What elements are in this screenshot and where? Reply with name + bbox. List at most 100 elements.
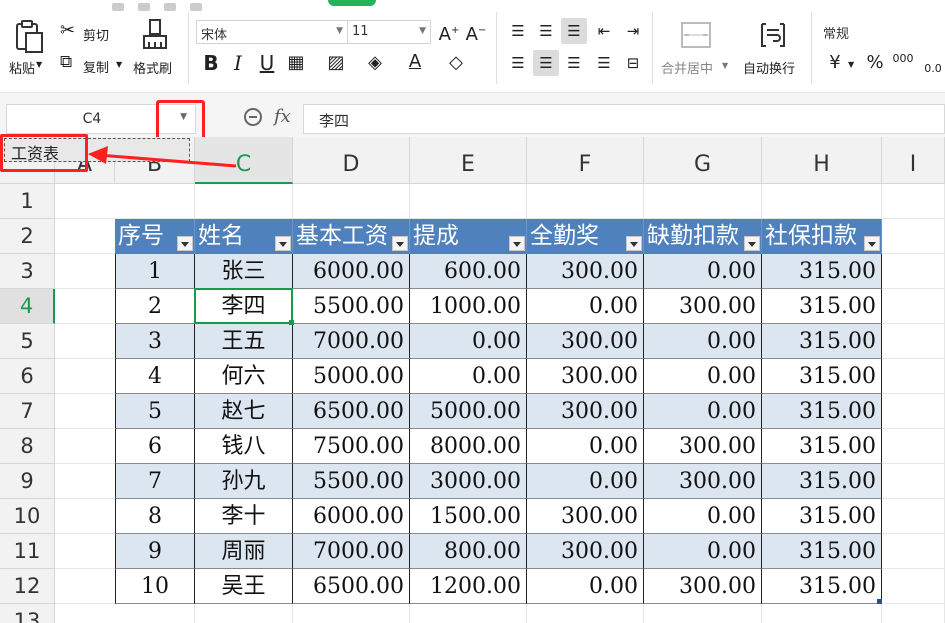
percent-button[interactable]: % [862, 50, 888, 76]
align-right-icon[interactable]: ☰ [561, 50, 587, 76]
table-cell[interactable]: 0.00 [527, 429, 644, 464]
align-center-icon[interactable]: ☰ [533, 50, 559, 76]
filter-dropdown-icon[interactable] [392, 236, 408, 251]
table-cell[interactable]: 315.00 [762, 499, 882, 534]
underline-button[interactable]: U [254, 50, 280, 76]
table-cell[interactable]: 300.00 [644, 464, 762, 499]
row-header-13[interactable]: 13 [0, 604, 55, 623]
table-cell[interactable]: 钱八 [195, 429, 293, 464]
font-name-select[interactable]: 宋体 ▼ [196, 20, 348, 44]
filter-dropdown-icon[interactable] [626, 236, 642, 251]
currency-button[interactable]: ¥ [822, 50, 848, 76]
table-cell[interactable]: 5000.00 [293, 359, 410, 394]
cut-button[interactable]: 剪切 [83, 25, 109, 44]
column-header-i[interactable]: I [882, 137, 945, 184]
table-cell[interactable]: 7000.00 [293, 324, 410, 359]
table-cell[interactable]: 315.00 [762, 254, 882, 289]
table-header-cell[interactable]: 全勤奖 [527, 219, 644, 254]
thousands-separator-button[interactable]: 000 [890, 46, 916, 72]
italic-button[interactable]: I [225, 50, 251, 76]
table-cell[interactable]: 6500.00 [293, 569, 410, 604]
table-cell[interactable]: 800.00 [410, 534, 527, 569]
column-header-g[interactable]: G [644, 137, 762, 184]
justify-icon[interactable]: ☰ [591, 50, 617, 76]
table-cell[interactable]: 5500.00 [293, 289, 410, 324]
table-cell[interactable]: 5000.00 [410, 394, 527, 429]
row-header-11[interactable]: 11 [0, 534, 55, 569]
align-bottom-icon[interactable]: ☰ [561, 18, 587, 44]
table-cell[interactable]: 7 [115, 464, 195, 499]
zoom-icon[interactable] [244, 108, 262, 126]
scissors-icon[interactable]: ✂ [60, 20, 75, 41]
decrease-indent-icon[interactable]: ⇤ [591, 18, 617, 44]
table-cell[interactable]: 0.00 [644, 499, 762, 534]
table-cell[interactable]: 0.00 [644, 324, 762, 359]
table-cell[interactable]: 0.00 [644, 359, 762, 394]
column-header-h[interactable]: H [762, 137, 882, 184]
table-cell[interactable]: 300.00 [527, 254, 644, 289]
table-cell[interactable]: 0.00 [527, 569, 644, 604]
table-cell[interactable]: 3 [115, 324, 195, 359]
table-cell[interactable]: 300.00 [527, 324, 644, 359]
table-cell[interactable]: 6000.00 [293, 499, 410, 534]
row-header-3[interactable]: 3 [0, 254, 55, 289]
paste-button[interactable] [12, 20, 46, 54]
distributed-icon[interactable]: ⊟ [620, 50, 646, 76]
table-cell[interactable]: 1200.00 [410, 569, 527, 604]
filter-dropdown-icon[interactable] [744, 236, 760, 251]
table-cell[interactable]: 7000.00 [293, 534, 410, 569]
table-cell[interactable]: 吴王 [195, 569, 293, 604]
table-header-cell[interactable]: 缺勤扣款 [644, 219, 762, 254]
increase-indent-icon[interactable]: ⇥ [620, 18, 646, 44]
cell-reference[interactable]: C4 [7, 111, 177, 127]
copy-button[interactable]: 复制 [83, 57, 109, 76]
filter-dropdown-icon[interactable] [509, 236, 525, 251]
fill-color-icon[interactable]: ◈ [362, 50, 388, 76]
table-header-cell[interactable]: 序号 [115, 219, 195, 254]
table-cell[interactable]: 300.00 [527, 534, 644, 569]
table-cell[interactable]: 5500.00 [293, 464, 410, 499]
row-header-6[interactable]: 6 [0, 359, 55, 394]
align-top-icon[interactable]: ☰ [505, 18, 531, 44]
format-painter-button[interactable]: 格式刷 [133, 58, 172, 77]
font-color-button[interactable]: A [402, 49, 428, 75]
table-cell[interactable]: 315.00 [762, 289, 882, 324]
paste-dropdown-icon[interactable]: ▼ [36, 60, 42, 69]
fx-label[interactable]: fx [274, 106, 291, 127]
table-cell[interactable]: 2 [115, 289, 195, 324]
table-cell[interactable]: 7500.00 [293, 429, 410, 464]
table-cell[interactable]: 315.00 [762, 534, 882, 569]
row-header-1[interactable]: 1 [0, 184, 55, 219]
decrease-font-size-button[interactable]: A− [463, 18, 489, 45]
table-cell[interactable]: 1500.00 [410, 499, 527, 534]
table-cell[interactable]: 300.00 [527, 359, 644, 394]
table-cell[interactable]: 315.00 [762, 394, 882, 429]
table-cell[interactable]: 315.00 [762, 569, 882, 604]
decimal-button[interactable]: 0.0 [920, 56, 945, 82]
table-cell[interactable]: 张三 [195, 254, 293, 289]
merge-center-button[interactable]: 合并居中 [661, 58, 713, 77]
paste-label[interactable]: 粘贴 [9, 58, 35, 77]
filter-dropdown-icon[interactable] [275, 236, 291, 251]
table-cell[interactable]: 10 [115, 569, 195, 604]
table-cell[interactable]: 6500.00 [293, 394, 410, 429]
row-header-2[interactable]: 2 [0, 219, 55, 254]
font-size-select[interactable]: 11 ▼ [347, 20, 431, 44]
row-header-8[interactable]: 8 [0, 429, 55, 464]
fill-handle[interactable] [289, 320, 294, 325]
table-resize-handle[interactable] [877, 599, 882, 604]
table-cell[interactable]: 300.00 [644, 429, 762, 464]
table-cell[interactable]: 0.00 [644, 394, 762, 429]
number-format-select[interactable]: 常规 [819, 20, 945, 44]
table-cell[interactable]: 9 [115, 534, 195, 569]
table-cell[interactable]: 300.00 [644, 289, 762, 324]
row-header-9[interactable]: 9 [0, 464, 55, 499]
table-cell[interactable]: 315.00 [762, 429, 882, 464]
spreadsheet-grid[interactable]: A B C D E F G H I 1 2 3 4 5 6 7 8 9 10 11 12 13 序号 姓名 基本工资 提成 全勤奖缺… [0, 137, 945, 623]
column-header-f[interactable]: F [527, 137, 644, 184]
table-cell[interactable]: 600.00 [410, 254, 527, 289]
formula-input[interactable]: 李四 [303, 104, 945, 134]
table-cell[interactable]: 0.00 [527, 464, 644, 499]
table-cell[interactable]: 王五 [195, 324, 293, 359]
table-cell[interactable]: 6000.00 [293, 254, 410, 289]
